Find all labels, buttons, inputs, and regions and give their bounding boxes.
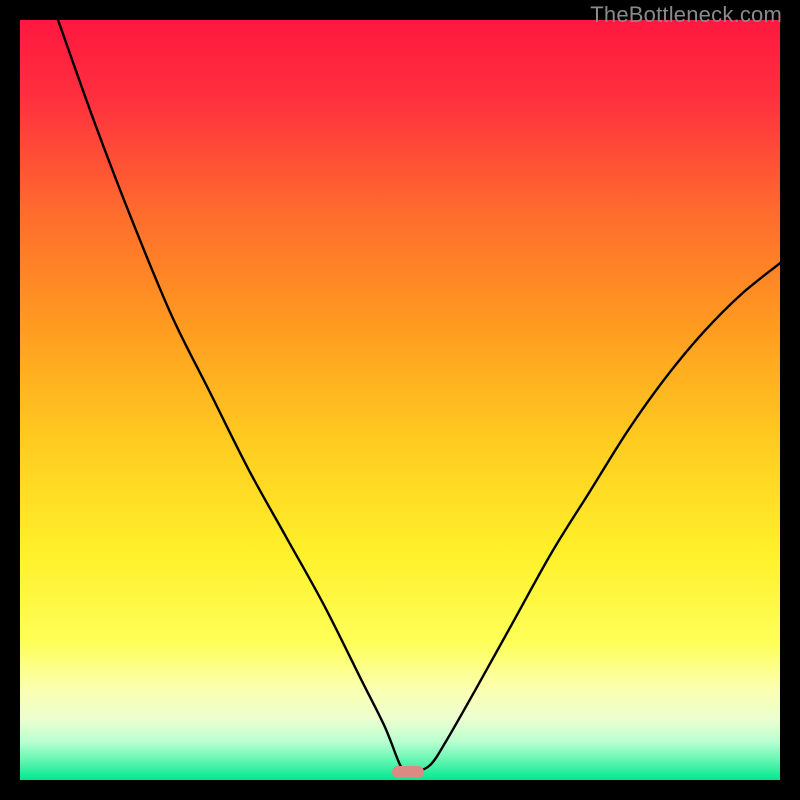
chart-frame: TheBottleneck.com [0, 0, 800, 800]
plot-area [20, 20, 780, 780]
bottleneck-curve [20, 20, 780, 780]
optimum-marker [392, 766, 424, 778]
watermark-text: TheBottleneck.com [590, 2, 782, 28]
